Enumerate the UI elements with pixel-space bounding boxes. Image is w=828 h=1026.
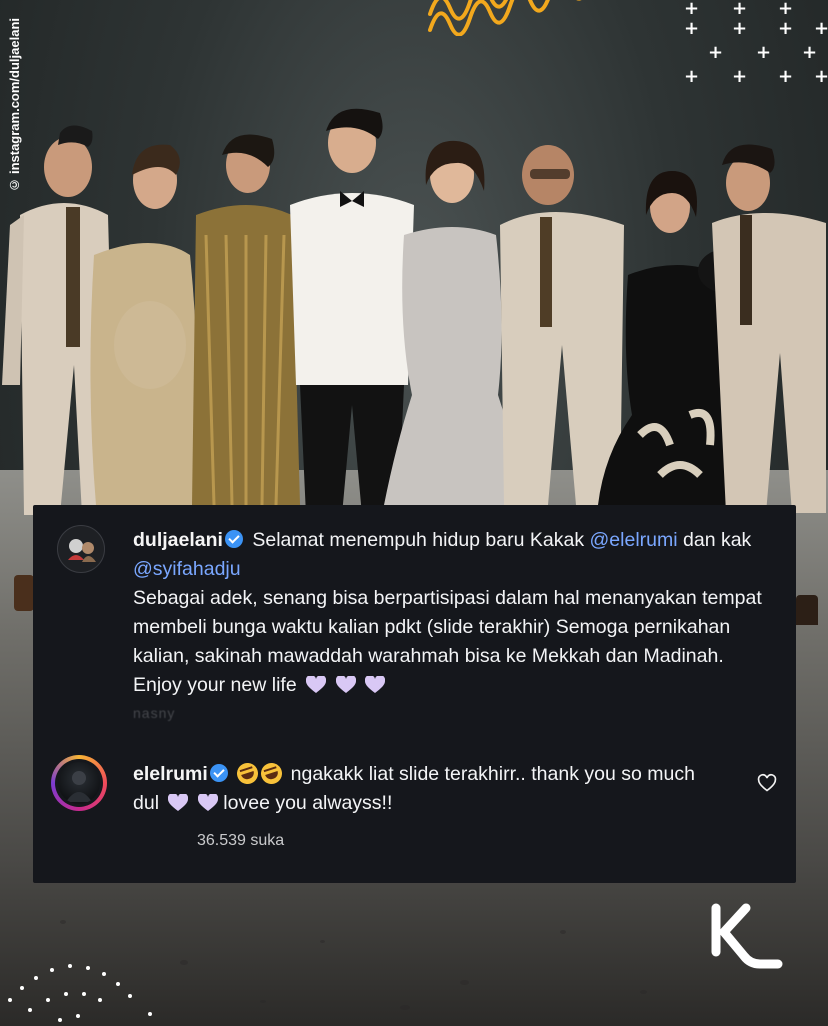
comment-username[interactable]: duljaelani: [133, 529, 223, 551]
comment-text: Selamat menempuh hidup baru Kakak: [252, 529, 585, 551]
story-ring-avatar-icon[interactable]: [51, 755, 107, 811]
purple-heart-icons: [302, 674, 385, 696]
comment-body: Sebagai adek, senang bisa berpartisipasi…: [133, 587, 762, 696]
mention-link[interactable]: @elelrumi: [590, 529, 678, 551]
decorative-dots: [8, 964, 152, 1022]
purple-heart-icon: [306, 676, 327, 693]
faded-comment-meta: nasny: [133, 705, 176, 721]
photo-credit: © instagram.com/duljaelani: [2, 18, 26, 268]
purple-heart-icon: [364, 676, 385, 693]
mention-link[interactable]: @syifahadju: [133, 558, 241, 580]
verified-badge-icon: [224, 530, 243, 548]
kl-logo: KL: [711, 903, 783, 969]
comment-username[interactable]: elelrumi: [133, 763, 208, 785]
purple-heart-icon: [335, 676, 356, 693]
comment-elelrumi: elelrumi ngakakk liat slide terakhirr.. …: [133, 760, 723, 818]
purple-heart-icon: [168, 794, 189, 811]
verified-badge-icon: [209, 764, 228, 782]
profile-avatar-icon[interactable]: [57, 525, 105, 573]
photo-credit-text: © instagram.com/duljaelani: [6, 18, 22, 193]
rolling-laughing-icon: [234, 760, 261, 787]
likes-count[interactable]: 36.539 suka: [197, 832, 284, 850]
comment-text: dan kak: [683, 529, 752, 551]
comment-card: duljaelani Selamat menempuh hidup baru K…: [33, 505, 796, 883]
rolling-laughing-icon: [258, 760, 285, 787]
purple-heart-icon: [197, 794, 218, 811]
heart-outline-icon[interactable]: [757, 773, 777, 793]
comment-duljaelani: duljaelani Selamat menempuh hidup baru K…: [133, 526, 773, 700]
decorative-waves: [428, 0, 582, 36]
comment-text-end: lovee you alwayss!!: [223, 792, 393, 814]
